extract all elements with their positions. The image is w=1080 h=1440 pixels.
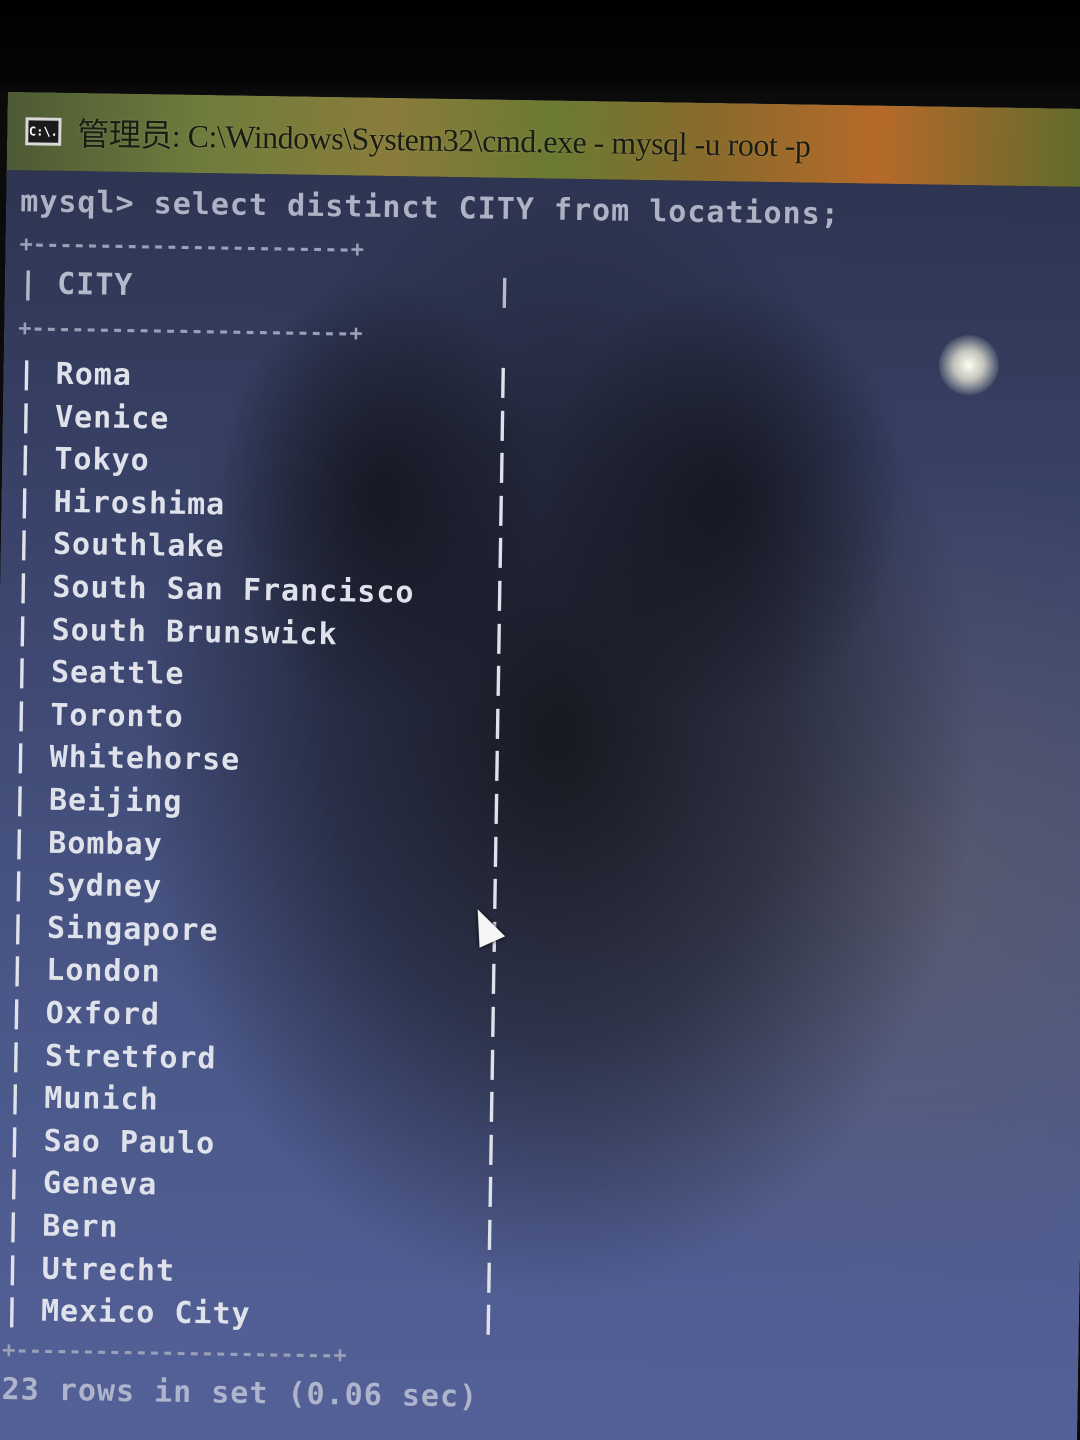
screen-glare <box>938 334 1000 396</box>
table-row: | Munich | <box>5 1080 503 1124</box>
table-row: | Roma | <box>17 356 514 399</box>
table-row: | London | <box>7 952 505 996</box>
console-body[interactable]: mysql> select distinct CITY from locatio… <box>0 169 1080 1440</box>
command-prompt: mysql> select distinct CITY from locatio… <box>20 184 841 233</box>
table-row: | Sao Paulo | <box>5 1122 502 1166</box>
table-row: | South Brunswick | <box>13 611 510 655</box>
table-row: | Utrecht | <box>3 1250 500 1294</box>
table-border-top: +------------------------+ <box>19 232 365 263</box>
table-row: | Venice | <box>16 398 513 442</box>
table-row: | Beijing | <box>10 782 507 825</box>
table-border-header: +------------------------+ <box>18 316 363 347</box>
table-row: | South San Francisco | <box>13 569 511 612</box>
table-row: | Bombay | <box>9 824 507 868</box>
table-row: | Singapore | <box>8 909 505 953</box>
result-summary: 23 rows in set (0.06 sec) <box>1 1371 479 1415</box>
photo-frame: C:\. 管理员: C:\Windows\System32\cmd.exe - … <box>0 0 1080 1440</box>
table-row: | Geneva | <box>4 1165 501 1209</box>
table-border-bottom: +------------------------+ <box>2 1337 347 1369</box>
console-window[interactable]: C:\. 管理员: C:\Windows\System32\cmd.exe - … <box>0 92 1080 1440</box>
table-row: | Toronto | <box>11 696 509 740</box>
table-row: | Sydney | <box>9 867 506 911</box>
table-row: | Oxford | <box>7 995 504 1038</box>
cmd-icon: C:\. <box>25 117 62 146</box>
table-row: | Tokyo | <box>15 441 513 485</box>
table-row: | Southlake | <box>14 526 511 570</box>
table-row: | Bern | <box>3 1208 501 1251</box>
table-row: | Whitehorse | <box>11 739 508 783</box>
table-row: | Stretford | <box>6 1037 503 1081</box>
window-title: 管理员: C:\Windows\System32\cmd.exe - mysql… <box>77 116 811 164</box>
table-row: | Seattle | <box>12 654 509 698</box>
column-header-city: | CITY | <box>18 266 515 309</box>
table-row: | Hiroshima | <box>15 483 512 527</box>
table-row: | Mexico City | <box>2 1293 499 1337</box>
